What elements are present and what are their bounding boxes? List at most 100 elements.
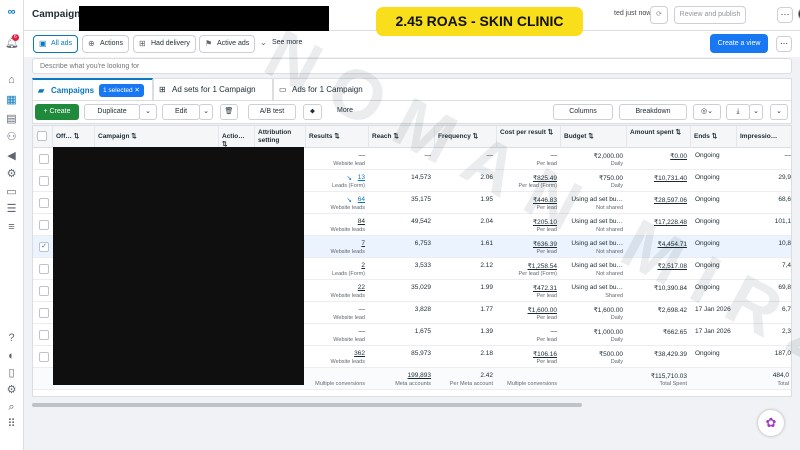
megaphone-icon[interactable]: ◀ (5, 150, 18, 163)
results-type: Website leads (330, 293, 365, 299)
budget-value: Using ad set bu… (571, 262, 623, 269)
delete-icon[interactable]: 🗑︎ (220, 104, 238, 120)
amount-spent-value: ₹662.65 (662, 329, 687, 336)
header-reach[interactable]: Reach ⇅ (369, 126, 435, 148)
grid-apps-icon[interactable]: ⠿ (5, 418, 18, 431)
create-button[interactable]: + Create (35, 104, 79, 120)
billing-icon[interactable]: ▭ (5, 186, 18, 199)
header-amount-spent[interactable]: Amount spent ⇅ (627, 126, 691, 148)
share-icon[interactable]: ⌄ (770, 104, 788, 120)
frequency-value: 2.12 (480, 262, 493, 269)
row-checkbox[interactable] (39, 176, 49, 186)
amount-spent-value: ₹0.00 (670, 153, 687, 160)
frequency-value: 1.77 (480, 306, 493, 313)
create-view-button[interactable]: Create a view (710, 34, 768, 53)
row-checkbox[interactable]: ✓ (39, 242, 49, 252)
filter-overflow-button[interactable]: ⋯ (776, 36, 792, 52)
duplicate-button[interactable]: Duplicate (84, 104, 140, 120)
reach-value: 14,573 (411, 174, 431, 181)
edit-button[interactable]: Edit (162, 104, 200, 120)
home-icon[interactable]: ⌂ (5, 74, 18, 87)
bookmark-icon[interactable]: ▯ (5, 367, 18, 380)
row-checkbox[interactable] (39, 286, 49, 296)
reports-dropdown-icon[interactable]: ◎⌄ (693, 104, 721, 120)
search-icon[interactable]: ⌕ (5, 401, 18, 414)
cost-per-result-value: ₹205.10 (532, 219, 557, 226)
help-icon[interactable]: ? (5, 332, 18, 345)
breakdown-button[interactable]: Breakdown (619, 104, 687, 120)
amount-spent-value: ₹38,429.39 (653, 351, 687, 358)
header-cost-per-result[interactable]: Cost per result ⇅ (497, 126, 561, 148)
duplicate-dropdown-icon[interactable]: ⌄ (139, 104, 157, 120)
results-cell: 2 Leads (Form) (306, 258, 369, 280)
columns-button[interactable]: Columns (553, 104, 613, 120)
header-ends[interactable]: Ends ⇅ (691, 126, 737, 148)
results-value: 64 (357, 196, 365, 203)
cost-per-result-cell: ₹446.83 Per lead (497, 192, 561, 214)
totals-results-cell: Multiple conversions (306, 368, 369, 390)
header-budget[interactable]: Budget ⇅ (561, 126, 627, 148)
header-campaign[interactable]: Campaign ⇅ (95, 126, 219, 148)
ends-value: Ongoing (695, 196, 720, 203)
amount-spent-value: ₹2,698.42 (657, 307, 687, 314)
settings-icon[interactable]: ⚙ (5, 384, 18, 397)
more-options-button[interactable]: ··· (777, 7, 793, 23)
row-checkbox[interactable] (39, 352, 49, 362)
amount-spent-cell: ₹10,390.84 (627, 280, 691, 302)
row-checkbox[interactable] (39, 220, 49, 230)
audiences-icon[interactable]: ⚇ (5, 131, 18, 144)
budget-cell: ₹1,600.00 Daily (561, 302, 627, 324)
export-dropdown-icon[interactable]: ⌄ (749, 104, 763, 120)
export-icon[interactable]: ⤓ (726, 104, 750, 120)
row-checkbox[interactable] (39, 264, 49, 274)
events-icon[interactable]: ⚙ (5, 168, 18, 181)
header-off-on[interactable]: Off… ⇅ (53, 126, 95, 148)
filter-see-more[interactable]: ⌄ See more (255, 35, 308, 53)
ab-test-button[interactable]: A/B test (248, 104, 296, 120)
impressions-value: 68,6 (778, 196, 791, 203)
header-results[interactable]: Results ⇅ (306, 126, 369, 148)
review-publish-button[interactable]: Review and publish (674, 6, 746, 24)
header-frequency[interactable]: Frequency ⇅ (435, 126, 497, 148)
row-checkbox[interactable] (39, 308, 49, 318)
filter-actions[interactable]: ⊕ Actions (82, 35, 129, 53)
results-value: 22 (357, 284, 365, 291)
filter-all-ads[interactable]: ▣ All ads (33, 35, 79, 53)
header-attribution[interactable]: Attribution setting (255, 126, 306, 148)
feedback-icon[interactable]: ◐ (5, 350, 18, 363)
campaigns-grid-icon[interactable]: ▦ (5, 94, 18, 107)
row-checkbox[interactable] (39, 154, 49, 164)
refresh-button[interactable]: ⟳ (650, 6, 668, 24)
cost-per-result-value: ₹446.83 (532, 197, 557, 204)
select-all-checkbox[interactable] (37, 131, 47, 141)
tag-icon[interactable]: ⬥ (303, 104, 322, 120)
tab-ads[interactable]: ▭ Ads for 1 Campaign (273, 78, 792, 100)
frequency-value: 1.61 (480, 240, 493, 247)
reach-value: — (424, 152, 432, 159)
notifications-icon[interactable]: 🔔︎ 6 (5, 34, 19, 50)
stack-icon[interactable]: ☰ (5, 203, 18, 216)
header-impressions[interactable]: Impressio… (737, 126, 791, 148)
header-select-all[interactable] (33, 126, 53, 148)
edit-dropdown-icon[interactable]: ⌄ (199, 104, 213, 120)
ai-assistant-icon[interactable]: ✿ (758, 410, 784, 436)
horizontal-scrollbar[interactable] (32, 401, 792, 408)
meta-logo-icon[interactable]: ∞ (5, 6, 18, 19)
reach-value: 1,675 (414, 328, 431, 335)
row-checkbox[interactable] (39, 330, 49, 340)
menu-icon[interactable]: ≡ (5, 221, 18, 234)
cost-per-result-cell: ₹825.49 Per lead (Form) (497, 170, 561, 192)
scroll-thumb[interactable] (32, 403, 582, 407)
filter-active-ads[interactable]: ⚑ Active ads (199, 35, 256, 53)
amount-spent-cell: ₹2,698.42 (627, 302, 691, 324)
tab-adsets[interactable]: ⊞ Ad sets for 1 Campaign (153, 78, 273, 100)
row-checkbox[interactable] (39, 198, 49, 208)
selected-count-chip[interactable]: 1 selected ✕ (99, 84, 144, 97)
more-button[interactable]: More (324, 104, 366, 120)
header-actions[interactable]: Actio… ⇅ (219, 126, 255, 148)
tab-campaigns[interactable]: ▰ Campaigns 1 selected ✕ (32, 78, 153, 100)
filter-had-delivery[interactable]: ⊞ Had delivery (133, 35, 196, 53)
reports-icon[interactable]: ▤ (5, 113, 18, 126)
impressions-value: 7,4 (781, 262, 791, 269)
search-input[interactable] (33, 59, 791, 73)
